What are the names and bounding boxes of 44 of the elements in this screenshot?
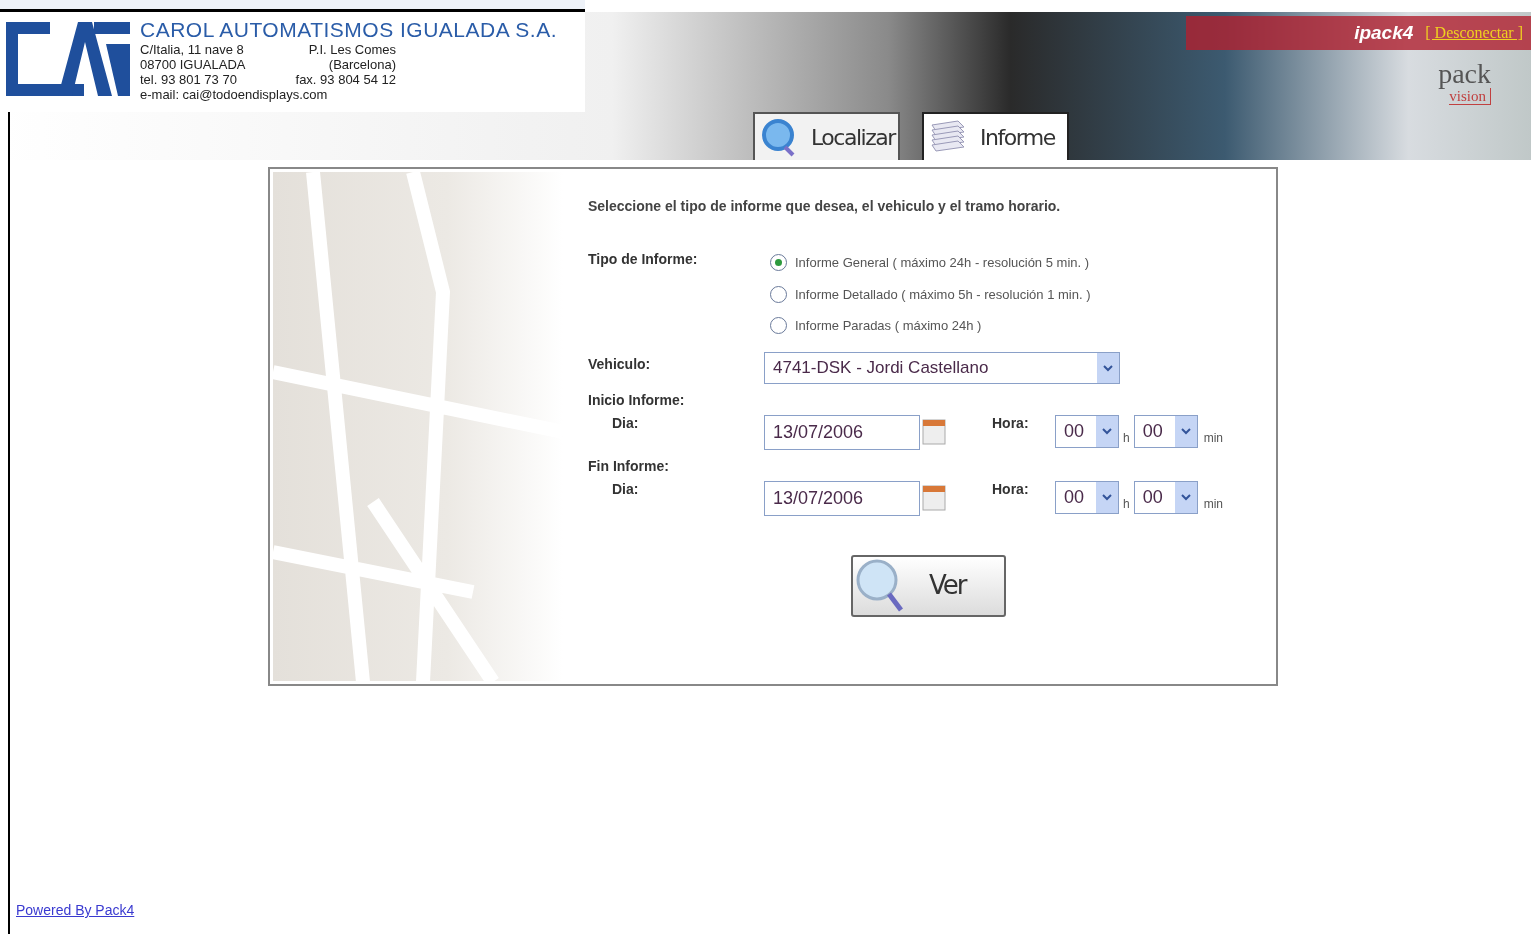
- calendar-icon[interactable]: [922, 418, 946, 445]
- view-button[interactable]: Ver: [851, 554, 1006, 617]
- hour-select[interactable]: 00: [1055, 414, 1119, 448]
- field-label: Hora:: [992, 479, 1030, 499]
- instructions-text: Seleccione el tipo de informe que desea, el vehiculo y el tramo horario.: [588, 197, 1062, 216]
- address-text: (Barcelona): [328, 57, 396, 72]
- nav-tab[interactable]: Localizar: [753, 112, 900, 160]
- email-text: e-mail: cai@todoendisplays.com: [140, 87, 329, 102]
- unit-label: h: [1123, 495, 1130, 513]
- address-text: C/Italia, 11 nave 8: [140, 42, 244, 57]
- address-text: P.I. Les Comes: [308, 42, 396, 57]
- logo-text: pack: [1438, 60, 1491, 88]
- disconnect-link[interactable]: [ Desconectar ]: [1425, 21, 1523, 45]
- minute-select[interactable]: 00: [1133, 480, 1198, 514]
- radio-label: Informe Detallado ( máximo 5h - resolución 1 min. ): [795, 285, 1091, 304]
- field-label: Tipo de Informe:: [588, 250, 699, 269]
- field-label: Dia:: [611, 413, 640, 433]
- hour-select[interactable]: 00: [1055, 480, 1119, 514]
- radio-button[interactable]: [770, 317, 787, 335]
- field-label: Hora:: [992, 413, 1030, 433]
- radio-button[interactable]: [770, 285, 787, 303]
- address-text: 08700 IGUALADA: [140, 57, 246, 72]
- unit-label: min: [1203, 495, 1224, 513]
- field-label: Dia:: [611, 479, 640, 499]
- unit-label: h: [1123, 429, 1130, 447]
- field-label: Vehiculo:: [588, 354, 652, 374]
- product-name: ipack4: [1354, 20, 1414, 45]
- vehicle-select[interactable]: 4741-DSK - Jordi Castellano: [764, 351, 1120, 384]
- section-label: Fin Informe:: [588, 456, 670, 476]
- radio-label: Informe General ( máximo 24h - resolución 5 min. ): [795, 254, 1090, 272]
- date-field[interactable]: 13/07/2006: [764, 480, 920, 516]
- calendar-icon[interactable]: [922, 484, 946, 511]
- date-field[interactable]: 13/07/2006: [764, 414, 920, 450]
- address-text: tel. 93 801 73 70: [140, 72, 237, 87]
- radio-button[interactable]: [770, 254, 787, 272]
- logo-subtext: vision: [1449, 88, 1491, 105]
- minute-select[interactable]: 00: [1133, 414, 1198, 448]
- company-name: CAROL AUTOMATISMOS IGUALADA S.A.: [140, 18, 558, 42]
- unit-label: min: [1203, 429, 1224, 447]
- powered-by-link[interactable]: Powered By Pack4: [16, 902, 135, 918]
- address-text: fax. 93 804 54 12: [295, 72, 396, 87]
- nav-tab[interactable]: Informe: [922, 112, 1069, 160]
- radio-label: Informe Paradas ( máximo 24h ): [795, 317, 982, 335]
- section-label: Inicio Informe:: [588, 390, 686, 410]
